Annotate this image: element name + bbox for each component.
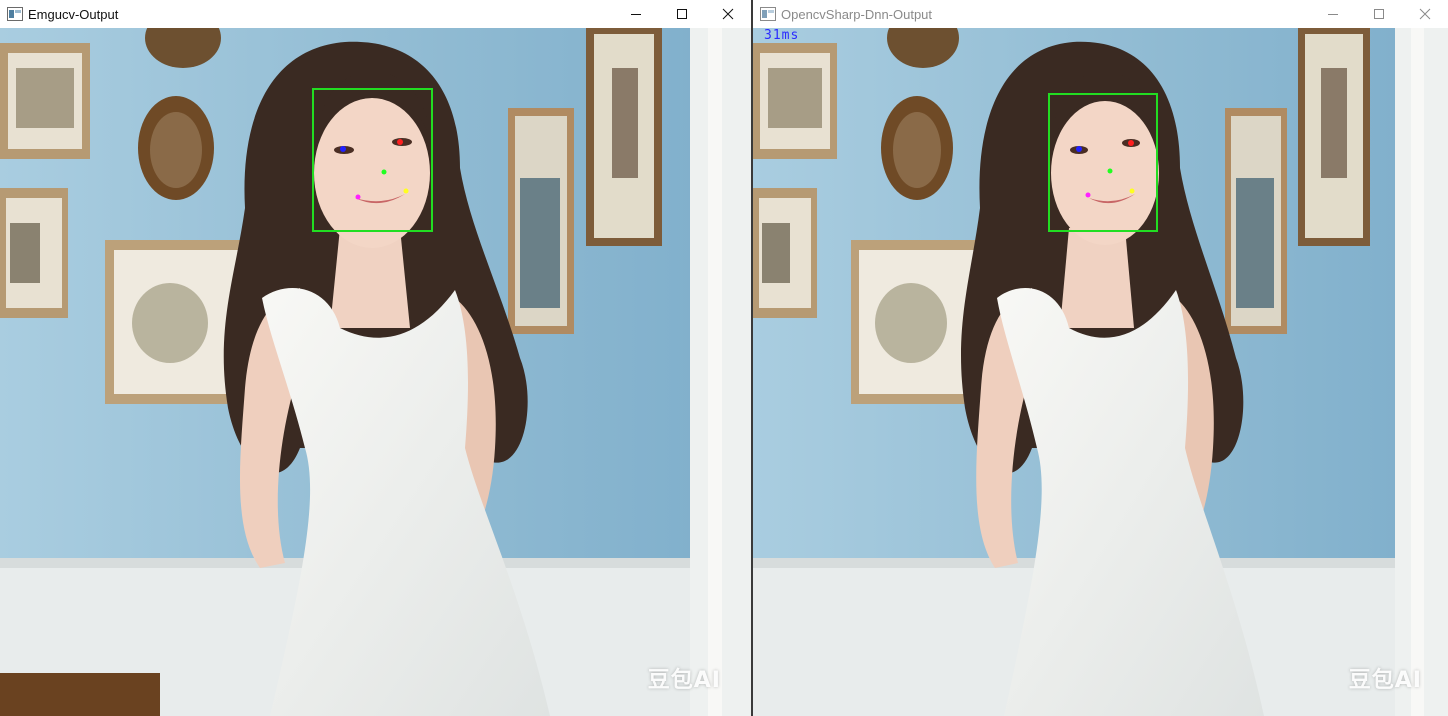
landmark-right-eye (1076, 146, 1082, 152)
landmark-left-eye (1128, 140, 1134, 146)
title-bar[interactable]: Emgucv-Output (0, 0, 751, 28)
landmark-mouth-left (403, 188, 409, 194)
minimize-button[interactable] (1310, 0, 1356, 28)
inference-time-label: 31ms (764, 28, 800, 43)
emgucv-output-window: Emgucv-Output 豆包AI (0, 0, 751, 716)
landmark-mouth-right (1085, 192, 1091, 198)
output-image: 31ms 豆包AI (753, 28, 1448, 716)
landmark-mouth-left (1129, 188, 1135, 194)
maximize-button[interactable] (1356, 0, 1402, 28)
output-photo (0, 28, 751, 716)
window-app-icon (760, 7, 776, 21)
opencvsharp-dnn-output-window: OpencvSharp-Dnn-Output 31ms 豆包AI (753, 0, 1448, 716)
landmark-nose (1107, 168, 1113, 174)
maximize-icon (677, 9, 687, 19)
landmark-right-eye (340, 146, 346, 152)
output-photo (753, 28, 1448, 716)
close-button[interactable] (705, 0, 751, 28)
close-icon (1419, 8, 1431, 20)
watermark-logo: 豆包AI (647, 668, 721, 693)
landmark-left-eye (397, 139, 403, 145)
window-title: OpencvSharp-Dnn-Output (781, 6, 933, 22)
landmark-mouth-right (355, 194, 361, 200)
close-button[interactable] (1402, 0, 1448, 28)
title-bar[interactable]: OpencvSharp-Dnn-Output (753, 0, 1448, 28)
window-controls (613, 0, 751, 28)
window-title: Emgucv-Output (28, 6, 119, 22)
watermark-logo: 豆包AI (1348, 668, 1422, 693)
landmark-nose (381, 169, 387, 175)
window-controls (1310, 0, 1448, 28)
minimize-icon (1328, 14, 1338, 15)
minimize-button[interactable] (613, 0, 659, 28)
window-app-icon (7, 7, 23, 21)
maximize-button[interactable] (659, 0, 705, 28)
close-icon (722, 8, 734, 20)
minimize-icon (631, 14, 641, 15)
maximize-icon (1374, 9, 1384, 19)
output-image: 豆包AI (0, 28, 751, 716)
